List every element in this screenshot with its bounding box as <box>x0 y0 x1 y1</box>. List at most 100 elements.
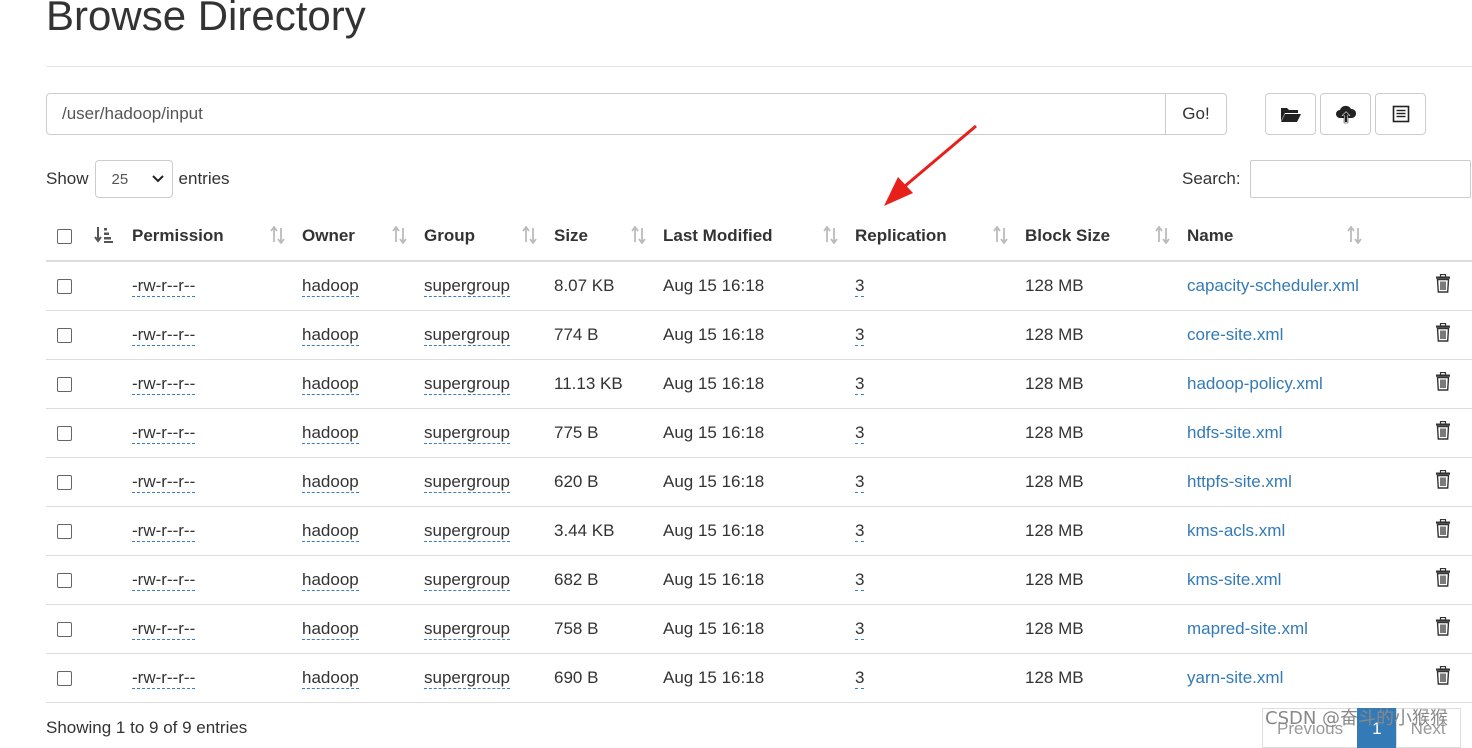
replication-value[interactable]: 3 <box>855 374 865 395</box>
file-name-link[interactable]: hadoop-policy.xml <box>1187 374 1323 393</box>
replication-value[interactable]: 3 <box>855 570 865 591</box>
owner-value[interactable]: hadoop <box>302 668 359 689</box>
delete-button[interactable] <box>1435 371 1451 396</box>
group-value[interactable]: supergroup <box>424 570 511 591</box>
replication-value[interactable]: 3 <box>855 521 865 542</box>
last-modified-cell: Aug 15 16:18 <box>663 310 855 360</box>
delete-button[interactable] <box>1435 567 1451 592</box>
row-checkbox[interactable] <box>57 573 72 589</box>
row-checkbox[interactable] <box>57 426 72 442</box>
permission-value[interactable]: -rw-r--r-- <box>132 325 196 346</box>
file-name-link[interactable]: core-site.xml <box>1187 325 1283 344</box>
last-modified-cell: Aug 15 16:18 <box>663 261 855 311</box>
group-value[interactable]: supergroup <box>424 276 511 297</box>
delete-button[interactable] <box>1435 665 1451 690</box>
go-button[interactable]: Go! <box>1166 93 1227 135</box>
permission-value[interactable]: -rw-r--r-- <box>132 521 196 542</box>
group-value[interactable]: supergroup <box>424 521 511 542</box>
group-value[interactable]: supergroup <box>424 325 511 346</box>
file-name-link[interactable]: mapred-site.xml <box>1187 619 1308 638</box>
column-header-last-modified[interactable]: Last Modified <box>663 212 855 262</box>
name-cell: yarn-site.xml <box>1187 653 1423 703</box>
actions-cell <box>1423 408 1472 458</box>
row-checkbox[interactable] <box>57 524 72 540</box>
search-input[interactable] <box>1250 160 1471 198</box>
header-label: Replication <box>855 226 947 245</box>
column-header-owner[interactable]: Owner <box>302 212 424 262</box>
trash-icon <box>1436 665 1450 685</box>
column-header-block-size[interactable]: Block Size <box>1025 212 1187 262</box>
group-value[interactable]: supergroup <box>424 619 511 640</box>
row-checkbox[interactable] <box>57 377 72 393</box>
column-header-name[interactable]: Name <box>1187 212 1423 262</box>
replication-value[interactable]: 3 <box>855 276 865 297</box>
replication-value[interactable]: 3 <box>855 325 865 346</box>
group-cell: supergroup <box>424 310 554 360</box>
file-name-link[interactable]: httpfs-site.xml <box>1187 472 1292 491</box>
cut-paste-button[interactable] <box>1375 93 1426 135</box>
replication-value[interactable]: 3 <box>855 619 865 640</box>
upload-button[interactable] <box>1320 93 1371 135</box>
column-header-replication[interactable]: Replication <box>855 212 1025 262</box>
group-value[interactable]: supergroup <box>424 472 511 493</box>
block-size-cell: 128 MB <box>1025 555 1187 605</box>
owner-cell: hadoop <box>302 261 424 311</box>
owner-value[interactable]: hadoop <box>302 619 359 640</box>
delete-button[interactable] <box>1435 420 1451 445</box>
permission-value[interactable]: -rw-r--r-- <box>132 570 196 591</box>
owner-value[interactable]: hadoop <box>302 374 359 395</box>
file-name-link[interactable]: capacity-scheduler.xml <box>1187 276 1359 295</box>
table-row: -rw-r--r-- hadoop supergroup 3.44 KB Aug 15 … <box>46 506 1472 556</box>
permission-value[interactable]: -rw-r--r-- <box>132 374 196 395</box>
delete-button[interactable] <box>1435 469 1451 494</box>
size-cell: 774 B <box>554 310 663 360</box>
group-value[interactable]: supergroup <box>424 668 511 689</box>
create-directory-button[interactable] <box>1265 93 1316 135</box>
last-modified-cell: Aug 15 16:18 <box>663 408 855 458</box>
owner-cell: hadoop <box>302 408 424 458</box>
file-name-link[interactable]: kms-site.xml <box>1187 570 1281 589</box>
search-label: Search: <box>1182 169 1241 188</box>
row-checkbox[interactable] <box>57 622 72 638</box>
owner-value[interactable]: hadoop <box>302 423 359 444</box>
row-select-cell <box>46 653 90 703</box>
path-input[interactable] <box>46 93 1166 135</box>
permission-value[interactable]: -rw-r--r-- <box>132 472 196 493</box>
replication-value[interactable]: 3 <box>855 472 865 493</box>
row-checkbox[interactable] <box>57 671 72 687</box>
row-checkbox[interactable] <box>57 475 72 491</box>
owner-cell: hadoop <box>302 653 424 703</box>
replication-value[interactable]: 3 <box>855 423 865 444</box>
owner-value[interactable]: hadoop <box>302 472 359 493</box>
column-header-group[interactable]: Group <box>424 212 554 262</box>
owner-value[interactable]: hadoop <box>302 521 359 542</box>
column-header-permission[interactable]: Permission <box>132 212 302 262</box>
column-header-size[interactable]: Size <box>554 212 663 262</box>
row-checkbox[interactable] <box>57 328 72 344</box>
file-name-link[interactable]: yarn-site.xml <box>1187 668 1283 687</box>
permission-value[interactable]: -rw-r--r-- <box>132 668 196 689</box>
file-name-link[interactable]: kms-acls.xml <box>1187 521 1285 540</box>
block-size-cell: 128 MB <box>1025 457 1187 507</box>
row-checkbox[interactable] <box>57 279 72 295</box>
table-header-row: Permission Owner Group Size Last Modifie… <box>46 212 1472 262</box>
delete-button[interactable] <box>1435 518 1451 543</box>
permission-value[interactable]: -rw-r--r-- <box>132 619 196 640</box>
row-select-cell <box>46 408 90 458</box>
permission-value[interactable]: -rw-r--r-- <box>132 276 196 297</box>
group-value[interactable]: supergroup <box>424 423 511 444</box>
delete-button[interactable] <box>1435 322 1451 347</box>
header-label: Block Size <box>1025 226 1111 245</box>
select-all-checkbox[interactable] <box>57 229 72 245</box>
permission-value[interactable]: -rw-r--r-- <box>132 423 196 444</box>
file-name-link[interactable]: hdfs-site.xml <box>1187 423 1282 442</box>
owner-value[interactable]: hadoop <box>302 276 359 297</box>
delete-button[interactable] <box>1435 616 1451 641</box>
delete-button[interactable] <box>1435 273 1451 298</box>
owner-value[interactable]: hadoop <box>302 325 359 346</box>
sort-default-header[interactable] <box>90 212 132 262</box>
group-value[interactable]: supergroup <box>424 374 511 395</box>
entries-select[interactable]: 25 <box>94 160 173 198</box>
owner-value[interactable]: hadoop <box>302 570 359 591</box>
replication-value[interactable]: 3 <box>855 668 865 689</box>
